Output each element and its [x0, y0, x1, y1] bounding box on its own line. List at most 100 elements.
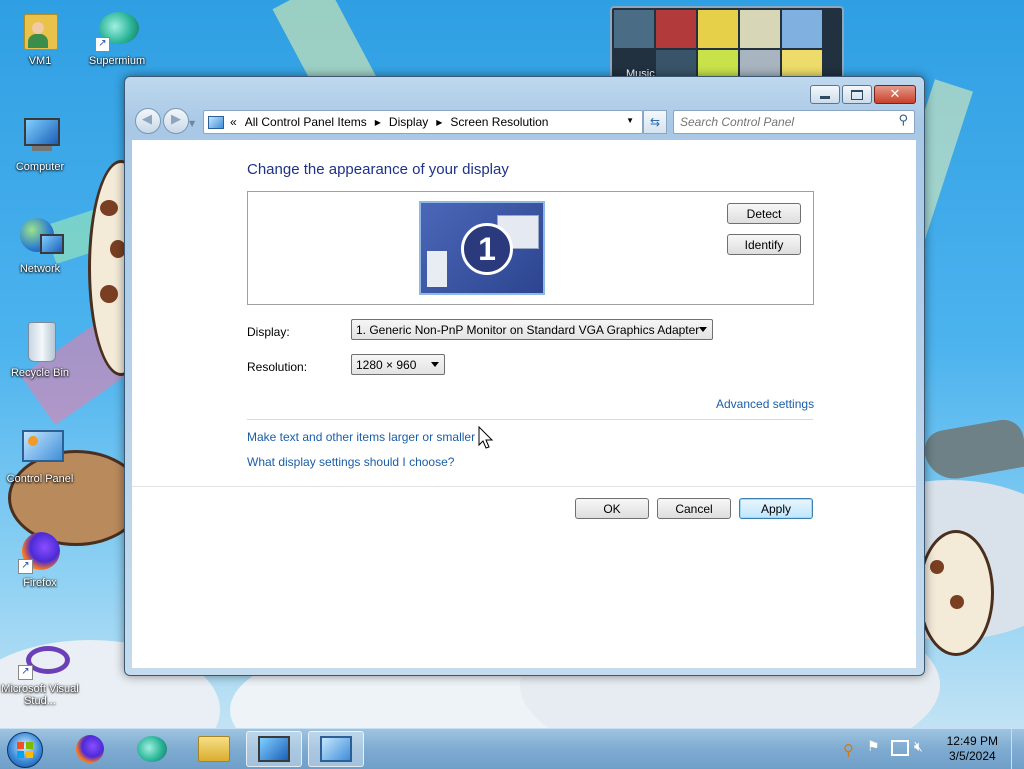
display-preview-area: 1 Detect Identify	[247, 191, 814, 305]
control-panel-small-icon	[208, 115, 224, 129]
show-desktop-button[interactable]	[1011, 729, 1024, 769]
computer-icon	[18, 114, 62, 158]
resolution-label: Resolution:	[247, 360, 308, 374]
display-settings-icon	[258, 736, 290, 762]
forward-arrow-icon: ▶	[171, 112, 181, 127]
address-dropdown-icon[interactable]: ▼	[626, 116, 634, 125]
desktop-icon-recycle-bin[interactable]: Recycle Bin	[0, 320, 80, 379]
desktop-icon-supermium[interactable]: ↗ Supermium	[77, 8, 157, 67]
firefox-icon: ↗	[18, 530, 62, 574]
window-controls: ✕	[810, 85, 916, 104]
monitor-number: 1	[478, 231, 496, 267]
breadcrumb-separator-icon: ▶	[374, 117, 381, 127]
desktop-icon-label: Network	[19, 263, 61, 275]
shortcut-arrow-icon: ↗	[18, 559, 33, 574]
address-bar[interactable]: « All Control Panel Items ▶ Display ▶ Sc…	[203, 110, 643, 134]
clock-date: 3/5/2024	[948, 749, 996, 763]
supermium-icon: ↗	[95, 8, 139, 52]
taskbar-clock[interactable]: 12:49 PM 3/5/2024	[947, 734, 998, 764]
windows-logo-icon	[7, 732, 43, 768]
apply-button[interactable]: Apply	[739, 498, 813, 519]
chevron-down-icon: ▼	[189, 119, 196, 128]
larger-text-link[interactable]: Make text and other items larger or smal…	[247, 430, 475, 444]
clock-time: 12:49 PM	[946, 734, 998, 748]
maximize-button[interactable]	[842, 85, 872, 104]
network-icon	[18, 216, 64, 260]
search-box[interactable]: ⚲	[673, 110, 915, 134]
desktop-icon-label: VM1	[28, 55, 52, 67]
volume-muted-icon[interactable]: 🔇︎	[914, 739, 923, 755]
back-button[interactable]: ◀	[135, 108, 161, 134]
divider	[247, 419, 813, 420]
desktop-icon-label: Control Panel	[6, 473, 74, 485]
desktop-icon-label: Recycle Bin	[10, 367, 70, 379]
advanced-settings-link[interactable]: Advanced settings	[716, 397, 814, 411]
content-pane: Change the appearance of your display 1 …	[132, 140, 916, 668]
identify-button[interactable]: Identify	[727, 234, 801, 255]
breadcrumb-screen-resolution[interactable]: Screen Resolution	[450, 115, 548, 129]
search-input[interactable]	[678, 113, 887, 131]
desktop-icon-control-panel[interactable]: Control Panel	[0, 426, 80, 485]
refresh-button[interactable]: ⇆	[643, 110, 667, 134]
desktop-icon-vm1[interactable]: VM1	[0, 8, 80, 67]
display-select[interactable]: 1. Generic Non-PnP Monitor on Standard V…	[351, 319, 713, 340]
resolution-select[interactable]: 1280 × 960	[351, 354, 445, 375]
visual-studio-icon: ↗	[18, 636, 70, 680]
detect-button[interactable]: Detect	[727, 203, 801, 224]
chevron-down-icon	[431, 362, 439, 367]
tray-search-icon[interactable]: ⚲	[843, 741, 854, 759]
close-icon: ✕	[889, 87, 901, 102]
firefox-icon	[76, 735, 104, 763]
cancel-button[interactable]: Cancel	[657, 498, 731, 519]
breadcrumb-overflow-icon[interactable]: «	[230, 115, 237, 129]
shortcut-arrow-icon: ↗	[18, 665, 33, 680]
start-button[interactable]	[4, 730, 44, 768]
taskbar-screen-resolution[interactable]	[246, 731, 302, 767]
divider	[132, 486, 916, 487]
desktop-icon-network[interactable]: Network	[0, 216, 80, 275]
minimize-button[interactable]	[810, 85, 840, 104]
desktop-icon-label: Microsoft Visual Stud...	[1, 683, 79, 707]
chevron-down-icon	[699, 327, 707, 332]
desktop-icon-label: Firefox	[23, 577, 57, 589]
close-button[interactable]: ✕	[874, 85, 916, 104]
folder-icon	[198, 736, 230, 762]
network-tray-icon[interactable]	[891, 740, 909, 756]
taskbar-firefox[interactable]	[62, 731, 118, 767]
display-select-value: 1. Generic Non-PnP Monitor on Standard V…	[356, 322, 700, 337]
ok-button[interactable]: OK	[575, 498, 649, 519]
media-center-widget[interactable]: Music	[610, 6, 844, 84]
control-panel-icon	[18, 426, 64, 470]
breadcrumb-display[interactable]: Display	[389, 115, 428, 129]
maximize-icon	[851, 89, 863, 100]
desktop-icon-label: Computer	[15, 161, 65, 173]
minimize-icon	[820, 96, 830, 99]
display-label: Display:	[247, 325, 290, 339]
monitor-1-tile[interactable]: 1	[419, 201, 545, 295]
control-panel-icon	[320, 736, 352, 762]
supermium-icon	[137, 736, 167, 762]
taskbar-supermium[interactable]	[124, 731, 180, 767]
page-title: Change the appearance of your display	[247, 161, 509, 178]
recycle-bin-icon	[18, 320, 62, 364]
taskbar-control-panel[interactable]	[308, 731, 364, 767]
action-center-flag-icon[interactable]: ⚑	[867, 739, 880, 755]
resolution-select-value: 1280 × 960	[356, 357, 417, 372]
back-arrow-icon: ◀	[142, 112, 152, 127]
desktop-icon-computer[interactable]: Computer	[0, 114, 80, 173]
desktop-icon-firefox[interactable]: ↗ Firefox	[0, 530, 80, 589]
desktop-icon-label: Supermium	[88, 55, 146, 67]
refresh-icon: ⇆	[649, 115, 661, 129]
breadcrumb-separator-icon: ▶	[436, 117, 443, 127]
taskbar-file-explorer[interactable]	[186, 731, 242, 767]
search-icon[interactable]: ⚲	[898, 113, 908, 128]
shortcut-arrow-icon: ↗	[95, 37, 110, 52]
desktop-icon-visual-studio[interactable]: ↗ Microsoft Visual Stud...	[0, 636, 80, 707]
taskbar: ⚲ ⚑ 🔇︎ 12:49 PM 3/5/2024	[0, 728, 1024, 769]
recent-pages-dropdown[interactable]: ▼	[189, 115, 197, 128]
display-help-link[interactable]: What display settings should I choose?	[247, 455, 454, 469]
breadcrumb-all-control-panel-items[interactable]: All Control Panel Items	[245, 115, 367, 129]
forward-button[interactable]: ▶	[163, 108, 189, 134]
screen-resolution-window: ✕ ◀ ▶ ▼ « All Control Panel Items ▶ Disp…	[124, 76, 925, 676]
folder-user-icon	[18, 8, 62, 52]
